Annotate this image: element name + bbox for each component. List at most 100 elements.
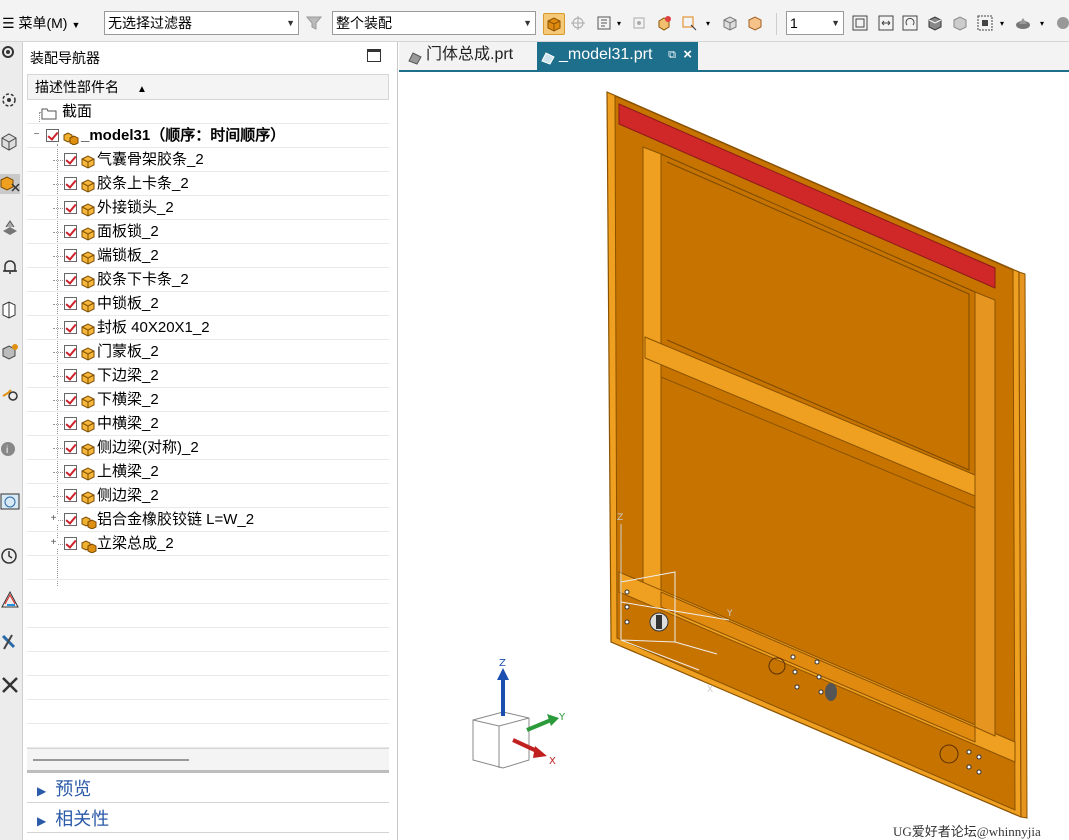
constraint-navigator-icon[interactable] — [0, 217, 20, 237]
type-filter-icon[interactable] — [596, 15, 612, 31]
tree-row-root[interactable]: − _model31（顺序：时间顺序） — [27, 124, 389, 148]
settings-gear-icon[interactable] — [0, 44, 20, 64]
render-style-icon[interactable] — [1015, 15, 1031, 31]
snap-point-icon[interactable] — [631, 15, 647, 31]
chevron-down-icon[interactable]: ▾ — [706, 20, 712, 28]
assembly-navigator-icon[interactable] — [0, 174, 20, 194]
tree-row-component[interactable]: 上横梁_2 — [27, 460, 389, 484]
bell-icon[interactable] — [0, 257, 20, 277]
web-part-icon[interactable] — [0, 342, 20, 362]
rotate-view-icon[interactable] — [902, 15, 918, 31]
edge-view-icon[interactable] — [952, 15, 968, 31]
visibility-checkbox[interactable] — [64, 225, 77, 238]
pan-view-icon[interactable] — [878, 15, 894, 31]
process-studio-icon[interactable] — [0, 675, 20, 695]
tree-row-component[interactable]: 胶条下卡条_2 — [27, 268, 389, 292]
tools-icon[interactable] — [0, 632, 20, 652]
visibility-checkbox[interactable] — [64, 249, 77, 262]
tree-row-component[interactable]: 门蒙板_2 — [27, 340, 389, 364]
zoom-region-icon[interactable] — [977, 15, 993, 31]
preview-section[interactable]: ▶ 预览 — [27, 776, 389, 803]
chevron-down-icon[interactable]: ▾ — [617, 20, 623, 28]
visibility-checkbox[interactable] — [64, 369, 77, 382]
visibility-checkbox[interactable] — [64, 393, 77, 406]
watermark-text: UG爱好者论坛@whinnyjia — [893, 824, 1041, 839]
tree-row-section[interactable]: 截面 — [27, 100, 389, 124]
maximize-icon[interactable] — [367, 49, 381, 62]
tree-line — [53, 256, 63, 257]
assembly-select-icon[interactable] — [543, 13, 565, 35]
expand-icon[interactable]: + — [49, 514, 58, 524]
point-snap-icon[interactable] — [681, 15, 697, 31]
horizontal-scrollbar[interactable] — [27, 748, 389, 770]
tree-row-component[interactable]: 中横梁_2 — [27, 412, 389, 436]
tree-row-component[interactable]: 封板 40X20X1_2 — [27, 316, 389, 340]
tree-row-component[interactable]: 胶条上卡条_2 — [27, 172, 389, 196]
tree-row-component[interactable]: 下边梁_2 — [27, 364, 389, 388]
tab-model31[interactable]: _model31.prt ⧉ × — [537, 42, 698, 70]
selection-scope-dropdown[interactable]: 整个装配 ▼ — [332, 11, 536, 35]
graphics-viewport[interactable]: Z Y X Z Y X — [399, 72, 1069, 840]
assembly-box-icon[interactable] — [747, 15, 763, 31]
history-clock-icon[interactable] — [0, 546, 20, 566]
close-icon[interactable]: × — [683, 42, 692, 68]
tree-row-component[interactable]: 中锁板_2 — [27, 292, 389, 316]
part-box-icon[interactable] — [722, 15, 738, 31]
tab-door-assembly[interactable]: 门体总成.prt — [404, 42, 529, 70]
visibility-checkbox[interactable] — [64, 153, 77, 166]
visibility-checkbox[interactable] — [46, 129, 59, 142]
add-component-icon[interactable] — [656, 15, 672, 31]
tree-row-component[interactable]: 侧边梁(对称)_2 — [27, 436, 389, 460]
view-triad[interactable]: Z Y X — [472, 658, 566, 769]
visibility-checkbox[interactable] — [64, 345, 77, 358]
visibility-checkbox[interactable] — [64, 417, 77, 430]
material-sphere-icon[interactable] — [1055, 15, 1069, 31]
shaded-view-icon[interactable] — [927, 15, 943, 31]
chevron-down-icon: ▼ — [286, 18, 295, 28]
chevron-down-icon[interactable]: ▾ — [1040, 20, 1046, 28]
roles-gear-icon[interactable] — [0, 90, 20, 110]
filter-funnel-icon[interactable] — [305, 15, 323, 31]
web-browser-icon[interactable] — [0, 492, 20, 512]
selection-filter-dropdown[interactable]: 无选择过滤器 ▼ — [104, 11, 299, 35]
scrollbar-thumb[interactable] — [33, 759, 189, 761]
visibility-checkbox[interactable] — [64, 489, 77, 502]
collapse-icon[interactable]: − — [32, 130, 41, 140]
component-select-icon[interactable] — [570, 15, 586, 31]
visibility-checkbox[interactable] — [64, 201, 77, 214]
chevron-down-icon[interactable]: ▾ — [1000, 20, 1006, 28]
tree-row-component[interactable]: 侧边梁_2 — [27, 484, 389, 508]
fit-view-icon[interactable] — [852, 15, 868, 31]
panel-divider[interactable] — [27, 770, 389, 773]
system-materials-icon[interactable] — [0, 590, 20, 610]
search-part-icon[interactable] — [0, 384, 20, 404]
work-layer-dropdown[interactable]: 1 ▼ — [786, 11, 844, 35]
dependencies-section[interactable]: ▶ 相关性 — [27, 806, 389, 833]
tree-row-component[interactable]: + 铝合金橡胶铰链 L=W_2 — [27, 508, 389, 532]
component-label: 下横梁_2 — [97, 391, 159, 408]
tree-row-component[interactable]: + 立梁总成_2 — [27, 532, 389, 556]
menu-button[interactable]: ☰ 菜单(M) ▼ — [2, 13, 80, 33]
visibility-checkbox[interactable] — [64, 441, 77, 454]
visibility-checkbox[interactable] — [64, 537, 77, 550]
tree-row-component[interactable]: 外接锁头_2 — [27, 196, 389, 220]
tree-row-component[interactable]: 下横梁_2 — [27, 388, 389, 412]
svg-text:i: i — [6, 445, 8, 456]
tree-row-component[interactable]: 端锁板_2 — [27, 244, 389, 268]
visibility-checkbox[interactable] — [64, 465, 77, 478]
info-icon[interactable]: i — [0, 439, 20, 459]
visibility-checkbox[interactable] — [64, 297, 77, 310]
tree-row-component[interactable]: 面板锁_2 — [27, 220, 389, 244]
assembly-navigator-panel: 装配导航器 描述性部件名 ▲ 截面 − _model31（顺序：时间顺序） 气囊骨… — [23, 42, 398, 840]
expand-icon[interactable]: + — [49, 538, 58, 548]
visibility-checkbox[interactable] — [64, 513, 77, 526]
restore-window-icon[interactable]: ⧉ — [668, 42, 676, 68]
column-header-part-name[interactable]: 描述性部件名 ▲ — [27, 74, 389, 100]
visibility-checkbox[interactable] — [64, 321, 77, 334]
visibility-checkbox[interactable] — [64, 273, 77, 286]
tree-row-component[interactable]: 气囊骨架胶条_2 — [27, 148, 389, 172]
part-navigator-icon[interactable] — [0, 132, 20, 152]
reuse-library-icon[interactable] — [0, 300, 20, 320]
visibility-checkbox[interactable] — [64, 177, 77, 190]
tree-line — [53, 304, 63, 305]
